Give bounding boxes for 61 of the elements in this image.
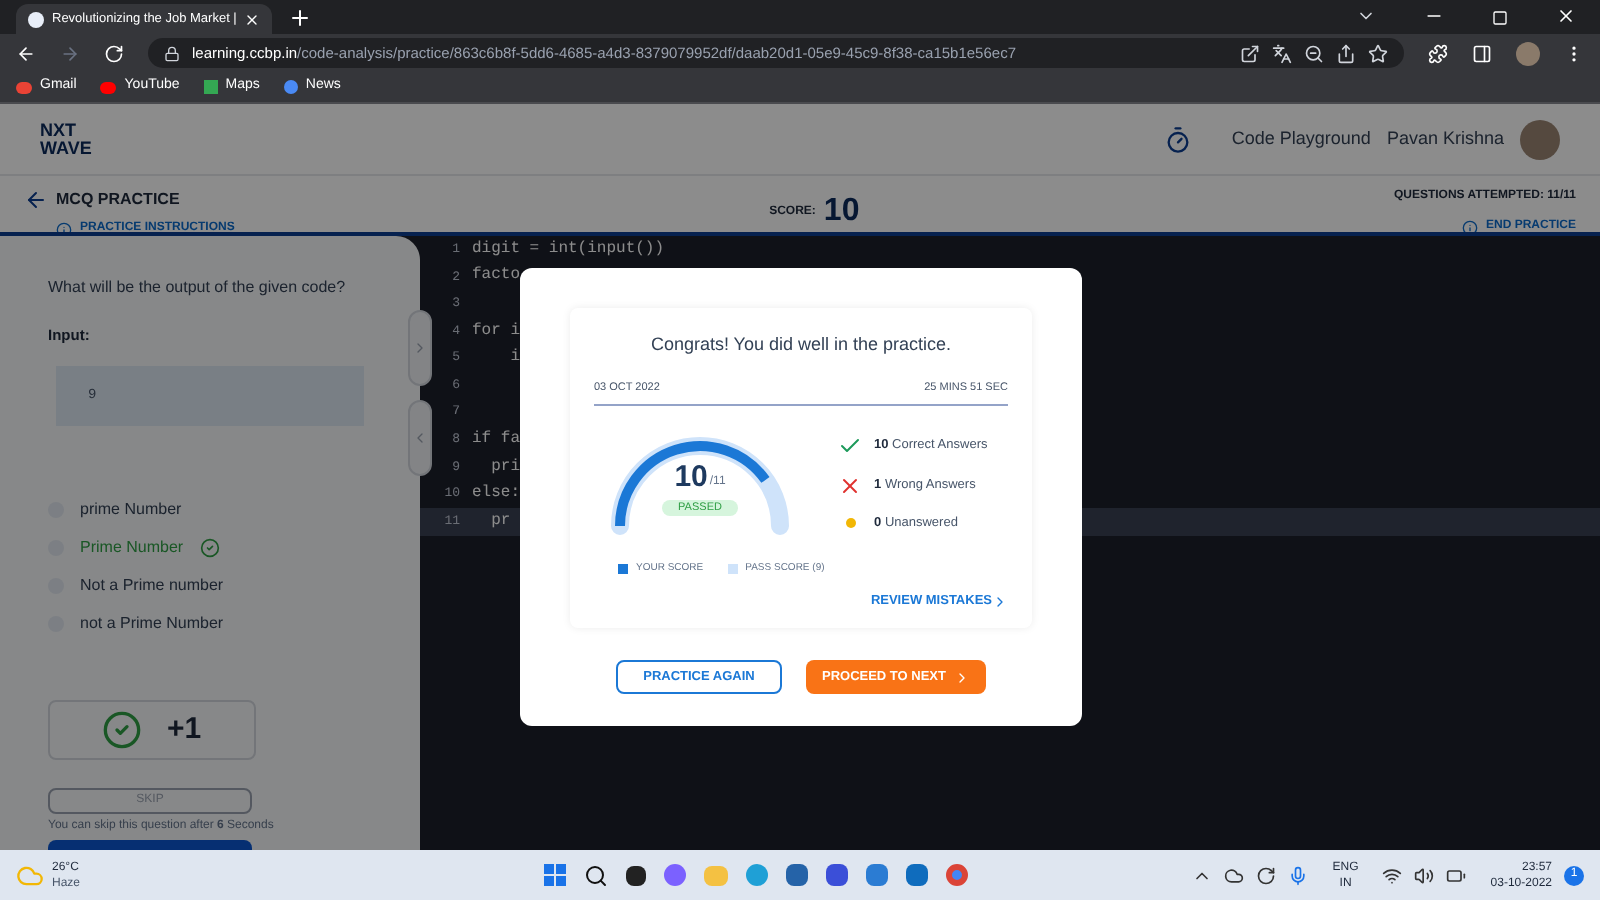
back-arrow-icon[interactable]: [24, 188, 48, 212]
page-title: MCQ PRACTICE: [56, 188, 182, 212]
check-icon: [838, 433, 862, 458]
code-line: for i: [472, 319, 521, 344]
close-window-icon[interactable]: [1556, 6, 1576, 26]
user-name: Pavan Krishna: [1386, 125, 1504, 152]
search-icon[interactable]: [584, 863, 609, 887]
zoom-icon[interactable]: [1304, 43, 1324, 63]
question-text: What will be the output of the given code?: [48, 276, 348, 300]
side-panel-icon[interactable]: [1472, 43, 1492, 63]
answer-option[interactable]: Prime Number: [48, 535, 372, 560]
profile-avatar[interactable]: [1516, 41, 1540, 65]
code-line: i: [508, 346, 521, 371]
back-icon[interactable]: [16, 43, 36, 63]
code-line: facto: [472, 264, 521, 289]
info-icon: [1461, 219, 1478, 235]
battery-icon[interactable]: [1446, 865, 1467, 885]
expand-tab[interactable]: [408, 310, 432, 386]
collapse-tab[interactable]: [408, 400, 432, 476]
open-icon[interactable]: [1240, 43, 1260, 63]
code-line: else:: [472, 482, 521, 507]
score-number: 10: [674, 461, 708, 492]
code-line: pri: [489, 455, 521, 480]
score-value: 10: [823, 196, 860, 228]
chevron-right-icon: [412, 340, 428, 356]
dialog-title: Congrats! You did well in the practice.: [648, 332, 954, 358]
microphone-icon[interactable]: [1288, 865, 1309, 885]
legend-swatch: [618, 564, 628, 574]
cloud-icon[interactable]: [1224, 865, 1245, 885]
legend-swatch: [727, 564, 738, 574]
stopwatch-icon[interactable]: [1163, 125, 1192, 153]
code-line: digit = int(input()): [472, 237, 665, 262]
answer-option[interactable]: Not a Prime number: [48, 573, 372, 598]
lock-icon: [164, 45, 180, 61]
answer-option[interactable]: prime Number: [48, 497, 372, 522]
share-icon[interactable]: [1336, 43, 1356, 63]
new-tab-icon[interactable]: [288, 6, 313, 30]
code-line: pr: [489, 509, 511, 534]
start-icon[interactable]: [544, 864, 567, 886]
forward-icon[interactable]: [60, 43, 80, 63]
chevron-right-icon: [992, 594, 1008, 611]
wifi-icon[interactable]: [1382, 865, 1403, 885]
chevron-left-icon: [412, 430, 428, 446]
close-icon[interactable]: [244, 11, 261, 27]
code-playground-link[interactable]: Code Playground: [1231, 125, 1371, 153]
maximize-icon[interactable]: [1492, 10, 1508, 26]
chevron-right-icon: [954, 669, 970, 685]
code-line: if fa: [472, 427, 521, 452]
volume-icon[interactable]: [1414, 865, 1435, 885]
reload-icon[interactable]: [104, 43, 124, 63]
translate-icon[interactable]: [1272, 43, 1292, 63]
sync-icon[interactable]: [1256, 865, 1277, 885]
user-avatar[interactable]: [1520, 119, 1560, 159]
cross-icon: [838, 473, 862, 498]
check-circle-icon: [102, 710, 143, 751]
bookmark-star-icon[interactable]: [1368, 43, 1388, 63]
result-points: +1: [166, 709, 202, 750]
extensions-icon[interactable]: [1428, 43, 1448, 63]
answer-option[interactable]: not a Prime Number: [48, 611, 372, 636]
favicon-icon: [28, 11, 44, 27]
logo: NXT WAVE: [40, 121, 92, 157]
